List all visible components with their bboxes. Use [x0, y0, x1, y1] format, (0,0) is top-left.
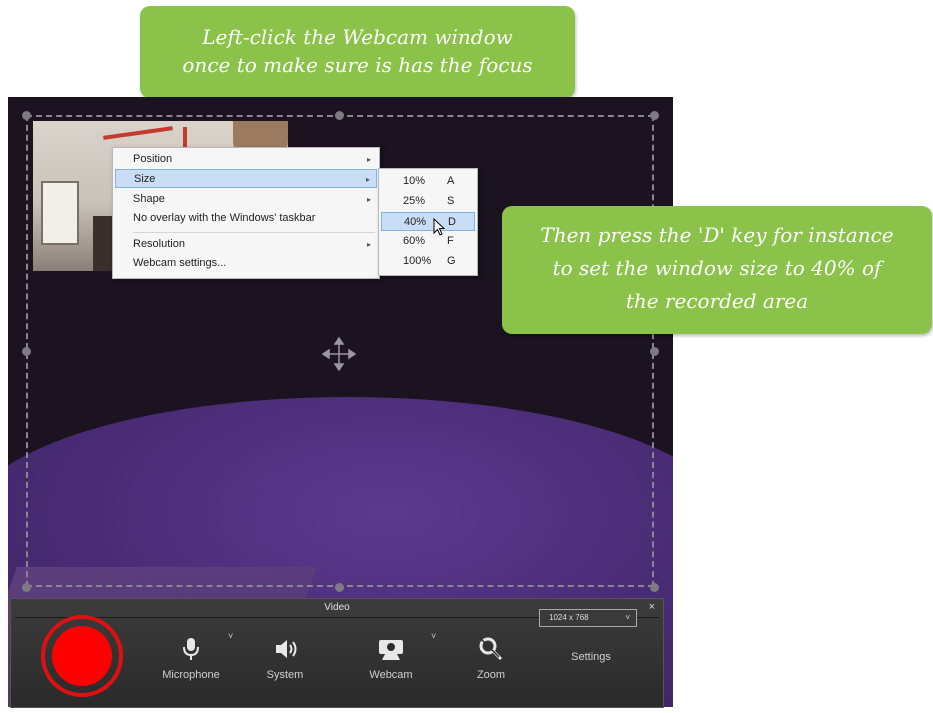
menu-item-no-overlay-taskbar[interactable]: No overlay with the Windows' taskbar — [115, 209, 377, 228]
webcam-icon — [379, 640, 403, 660]
resize-handle[interactable] — [650, 111, 659, 120]
move-cross-icon[interactable] — [322, 337, 356, 371]
size-percent: 40% — [404, 216, 427, 228]
settings-label[interactable]: Settings — [551, 651, 631, 663]
size-shortcut-key: F — [447, 235, 454, 247]
resize-handle[interactable] — [22, 583, 31, 592]
chevron-down-icon[interactable]: ˅ — [431, 631, 436, 641]
submenu-arrow-icon: ▸ — [366, 195, 371, 204]
menu-item-label: Position — [133, 153, 173, 165]
record-button[interactable] — [41, 615, 123, 697]
chevron-down-icon: ˅ — [625, 613, 630, 622]
record-button-icon — [52, 626, 112, 686]
size-shortcut-key: A — [447, 175, 455, 187]
webcam-button[interactable]: ˅ Webcam — [351, 631, 436, 681]
size-submenu: 10% A 25% S 40% D 60% F 100% G — [378, 168, 478, 276]
callout-text: Left-click the Webcam window — [202, 25, 513, 49]
resize-handle[interactable] — [335, 111, 344, 120]
menu-item-label: Webcam settings... — [133, 257, 227, 269]
chevron-down-icon[interactable]: ˅ — [228, 631, 233, 641]
menu-item-label: Size — [134, 173, 156, 185]
resize-handle[interactable] — [335, 583, 344, 592]
size-percent: 100% — [403, 255, 432, 267]
resize-handle[interactable] — [650, 347, 659, 356]
tool-label: Webcam — [369, 669, 413, 681]
callout-focus-tip: Left-click the Webcam window once to mak… — [140, 6, 575, 122]
size-option-100[interactable]: 100% G — [381, 252, 475, 271]
callout-text: once to make sure is has the focus — [182, 53, 533, 77]
zoom-button[interactable]: Zoom — [451, 635, 531, 681]
menu-item-resolution[interactable]: Resolution ▸ — [115, 235, 377, 254]
callout-size-tip: Then press the 'D' key for instance to s… — [502, 206, 932, 334]
menu-item-position[interactable]: Position ▸ — [115, 150, 377, 169]
size-shortcut-key: S — [447, 195, 455, 207]
tool-label: Zoom — [476, 669, 506, 681]
recorder-toolbar: Video × ˅ Microphone System ˅ Webcam Zoo… — [10, 598, 664, 708]
size-option-25[interactable]: 25% S — [381, 192, 475, 211]
menu-item-shape[interactable]: Shape ▸ — [115, 190, 377, 209]
callout-text: the recorded area — [625, 289, 809, 313]
menu-separator — [133, 232, 375, 233]
microphone-icon — [183, 638, 199, 660]
submenu-arrow-icon: ▸ — [365, 175, 370, 184]
callout-text: to set the window size to 40% of — [552, 256, 882, 280]
size-option-60[interactable]: 60% F — [381, 232, 475, 251]
resolution-value: 1024 x 768 — [549, 613, 589, 622]
size-percent: 60% — [403, 235, 426, 247]
system-audio-button[interactable]: System — [245, 635, 325, 681]
zoom-icon — [479, 637, 503, 661]
size-option-40[interactable]: 40% D — [381, 212, 475, 231]
size-percent: 25% — [403, 195, 426, 207]
speaker-icon — [276, 640, 297, 658]
menu-item-label: Resolution — [133, 238, 185, 250]
size-percent: 10% — [403, 175, 426, 187]
mouse-pointer-icon — [433, 218, 445, 236]
close-icon[interactable]: × — [649, 601, 655, 613]
menu-item-label: No overlay with the Windows' taskbar — [133, 212, 316, 224]
resolution-select[interactable]: 1024 x 768 ˅ — [539, 609, 637, 627]
menu-item-size[interactable]: Size ▸ — [115, 169, 377, 188]
size-shortcut-key: G — [447, 255, 456, 267]
resize-handle[interactable] — [650, 583, 659, 592]
submenu-arrow-icon: ▸ — [366, 155, 371, 164]
resize-handle[interactable] — [22, 111, 31, 120]
menu-item-webcam-settings[interactable]: Webcam settings... — [115, 254, 377, 273]
callout-text: Then press the 'D' key for instance — [540, 223, 894, 247]
resize-handle[interactable] — [22, 347, 31, 356]
submenu-arrow-icon: ▸ — [366, 240, 371, 249]
menu-item-label: Shape — [133, 193, 165, 205]
tool-label: Microphone — [162, 669, 220, 681]
size-shortcut-key: D — [448, 216, 456, 228]
microphone-button[interactable]: ˅ Microphone — [151, 631, 233, 681]
webcam-context-menu: Position ▸ Size ▸ Shape ▸ No overlay wit… — [112, 147, 380, 279]
size-option-10[interactable]: 10% A — [381, 172, 475, 191]
tool-label: System — [266, 669, 304, 681]
